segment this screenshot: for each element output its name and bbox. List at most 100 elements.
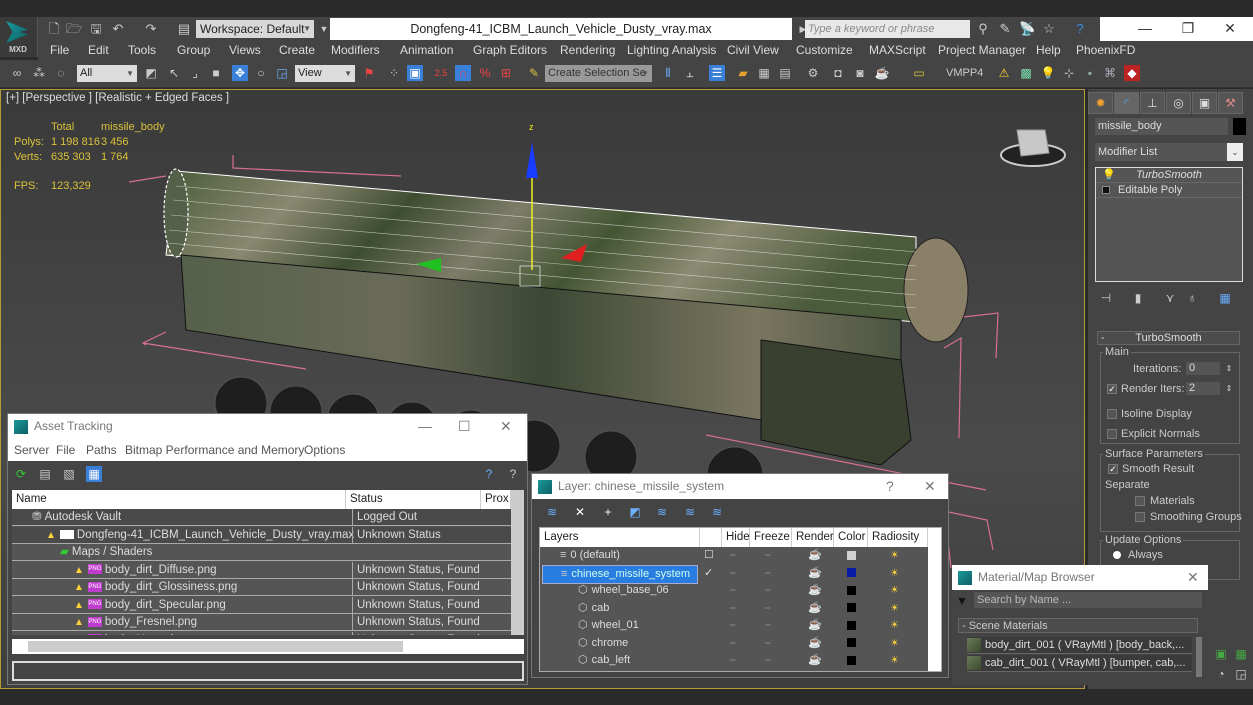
window-crossing-icon[interactable]: ■	[208, 65, 224, 81]
list-view-icon[interactable]: ▤	[37, 466, 53, 482]
scene-explorer-icon[interactable]: ☰	[709, 65, 725, 81]
render-teapot-icon[interactable]: ☕	[874, 65, 890, 81]
render-teapot-icon[interactable]: ☕	[808, 565, 822, 582]
render-teapot-icon[interactable]: ☕	[808, 617, 822, 634]
snaps-toggle-icon[interactable]: 2.5	[433, 65, 449, 81]
lightbulb-icon[interactable]: 💡	[1102, 168, 1116, 183]
radiosity-sun-icon[interactable]: ☀	[890, 652, 899, 669]
menu-create[interactable]: Create	[279, 43, 315, 57]
layer-properties-icon[interactable]: ≋	[709, 504, 725, 520]
binoculars-icon[interactable]: ⚲	[975, 21, 991, 37]
spinner-arrows-icon[interactable]: ⇕	[1221, 361, 1237, 377]
select-and-move-icon[interactable]: ✥	[232, 65, 248, 81]
hide-toggle[interactable]: ⎯	[730, 652, 736, 669]
hierarchy-tab-icon[interactable]: ⊥	[1140, 92, 1165, 114]
freeze-toggle[interactable]: ⎯	[765, 547, 771, 564]
modifier-list-dropdown[interactable]: Modifier List ⌄	[1095, 143, 1243, 161]
angle-snap-icon[interactable]: ∩	[455, 65, 471, 81]
select-layer-icon[interactable]: ≋	[654, 504, 670, 520]
material-scrollbar[interactable]	[1196, 637, 1202, 677]
close-button[interactable]: ✕	[1215, 20, 1245, 37]
edit-named-selection-icon[interactable]: ✎	[526, 65, 542, 81]
column-header-color[interactable]: Color	[834, 528, 868, 547]
help-icon[interactable]: ?	[481, 466, 497, 482]
utilities-tab-icon[interactable]: ⚒	[1218, 92, 1243, 114]
zoom-extents-all-icon[interactable]: ▦	[1233, 646, 1249, 662]
render-teapot-icon[interactable]: ☕	[808, 547, 822, 564]
close-button[interactable]: ✕	[500, 414, 512, 439]
zoom-extents-icon[interactable]: ▣	[1213, 646, 1229, 662]
selection-filter-dropdown[interactable]: All ▼	[77, 65, 137, 82]
always-radio[interactable]	[1113, 551, 1121, 559]
column-header-current[interactable]	[700, 528, 722, 547]
close-button[interactable]: ✕	[1187, 565, 1199, 590]
orbit-icon[interactable]: ◔	[1213, 666, 1229, 682]
layer-manager-icon[interactable]: ▰	[735, 65, 751, 81]
asset-row[interactable]: ▲ PNG body_dirt_Specular.png Unknown Status…	[12, 596, 511, 614]
layer-row[interactable]: ≡ 0 (default) ☐ ⎯ ⎯ ☕ ☀	[540, 547, 930, 564]
new-file-icon[interactable]: 🗋	[46, 21, 62, 37]
layer-color-swatch[interactable]	[847, 652, 856, 669]
freeze-toggle[interactable]: ⎯	[765, 600, 771, 617]
column-header-name[interactable]: Name	[12, 490, 346, 509]
asset-row[interactable]: ▲ PNG body_Fresnel.png Unknown Status, Foun…	[12, 614, 511, 631]
layer-row[interactable]: ⬡ cab ⎯ ⎯ ☕ ☀	[540, 600, 930, 617]
column-header-proxy[interactable]: Prox	[481, 490, 511, 509]
layer-row[interactable]: ⬡ chrome ⎯ ⎯ ☕ ☀	[540, 635, 930, 652]
menu-edit[interactable]: Edit	[88, 43, 109, 57]
layer-row[interactable]: ⬡ wheel_base_06 ⎯ ⎯ ☕ ☀	[540, 582, 930, 599]
menu-file[interactable]: File	[56, 443, 75, 457]
column-header-freeze[interactable]: Freeze	[750, 528, 792, 547]
radiosity-sun-icon[interactable]: ☀	[890, 547, 899, 564]
menu-rendering[interactable]: Rendering	[560, 43, 615, 57]
menu-group[interactable]: Group	[177, 43, 210, 57]
reference-coord-dropdown[interactable]: View ▼	[295, 65, 355, 82]
render-iters-spinner[interactable]: 2	[1186, 382, 1220, 395]
layer-name-cell[interactable]: ≡ chinese_missile_system	[542, 564, 698, 584]
viewcube[interactable]	[1016, 129, 1050, 157]
hide-toggle[interactable]: ⎯	[730, 617, 736, 634]
select-object-icon[interactable]: ◩	[143, 65, 159, 81]
remove-modifier-icon[interactable]: ♁	[1184, 290, 1200, 306]
hide-toggle[interactable]: ⎯	[730, 547, 736, 564]
asset-row[interactable]: ▲PNGbody_Normal.png Unknown Status, Found	[12, 631, 511, 635]
modify-tab-icon[interactable]: ◜	[1114, 92, 1139, 114]
pin-stack-icon[interactable]: ⊣	[1098, 290, 1114, 306]
menu-phoenixfd[interactable]: PhoenixFD	[1076, 43, 1135, 57]
workspace-selector[interactable]: Workspace: Default ▼	[196, 20, 314, 38]
radiosity-sun-icon[interactable]: ☀	[890, 600, 899, 617]
freeze-toggle[interactable]: ⎯	[765, 565, 771, 582]
menu-bitmap-performance[interactable]: Bitmap Performance and Memory	[125, 443, 304, 457]
redo-icon[interactable]: ↷	[143, 21, 159, 37]
project-folder-icon[interactable]: ▤	[176, 21, 192, 37]
iterations-spinner[interactable]: 0	[1186, 362, 1220, 375]
menu-file[interactable]: File	[50, 43, 69, 57]
asset-path-field[interactable]	[12, 661, 524, 681]
satellite-icon[interactable]: 📡	[1019, 21, 1035, 37]
select-and-scale-icon[interactable]: ◲	[274, 65, 290, 81]
menu-maxscript[interactable]: MAXScript	[869, 43, 926, 57]
column-header-hide[interactable]: Hide	[722, 528, 750, 547]
current-layer-indicator[interactable]: ☐	[704, 547, 714, 564]
show-end-result-icon[interactable]: ▮	[1130, 290, 1146, 306]
asset-row[interactable]: ▲ Dongfeng-41_ICBM_Launch_Vehicle_Dusty_v…	[12, 526, 511, 544]
material-search-input[interactable]: Search by Name ...	[974, 592, 1202, 608]
minimize-button[interactable]: —	[418, 414, 432, 439]
scene-materials-group[interactable]: - Scene Materials	[958, 618, 1198, 633]
bind-space-warp-icon[interactable]: ◌	[53, 65, 69, 81]
minimize-button[interactable]: —	[1130, 20, 1160, 36]
layer-row[interactable]: ⬡ wheel_01 ⎯ ⎯ ☕ ☀	[540, 617, 930, 634]
maximize-viewport-icon[interactable]: ◲	[1233, 666, 1249, 682]
curve-editor-icon[interactable]: ▤	[777, 65, 793, 81]
phoenix-tool-icon[interactable]: ◆	[1124, 65, 1140, 81]
keyboard-shortcut-override-icon[interactable]: ▣	[407, 65, 423, 81]
column-header-render[interactable]: Render	[792, 528, 834, 547]
layer-name-cell[interactable]: ⬡ wheel_01	[542, 617, 698, 634]
render-teapot-icon[interactable]: ☕	[808, 600, 822, 617]
hide-toggle[interactable]: ⎯	[730, 582, 736, 599]
layer-name-cell[interactable]: ⬡ wheel_base_06	[542, 582, 698, 599]
layer-name-cell[interactable]: ⬡ cab_left	[542, 652, 698, 669]
light-bulb-icon[interactable]: 💡	[1040, 65, 1056, 81]
object-name-field[interactable]: missile_body	[1095, 118, 1228, 135]
freeze-toggle[interactable]: ⎯	[765, 582, 771, 599]
